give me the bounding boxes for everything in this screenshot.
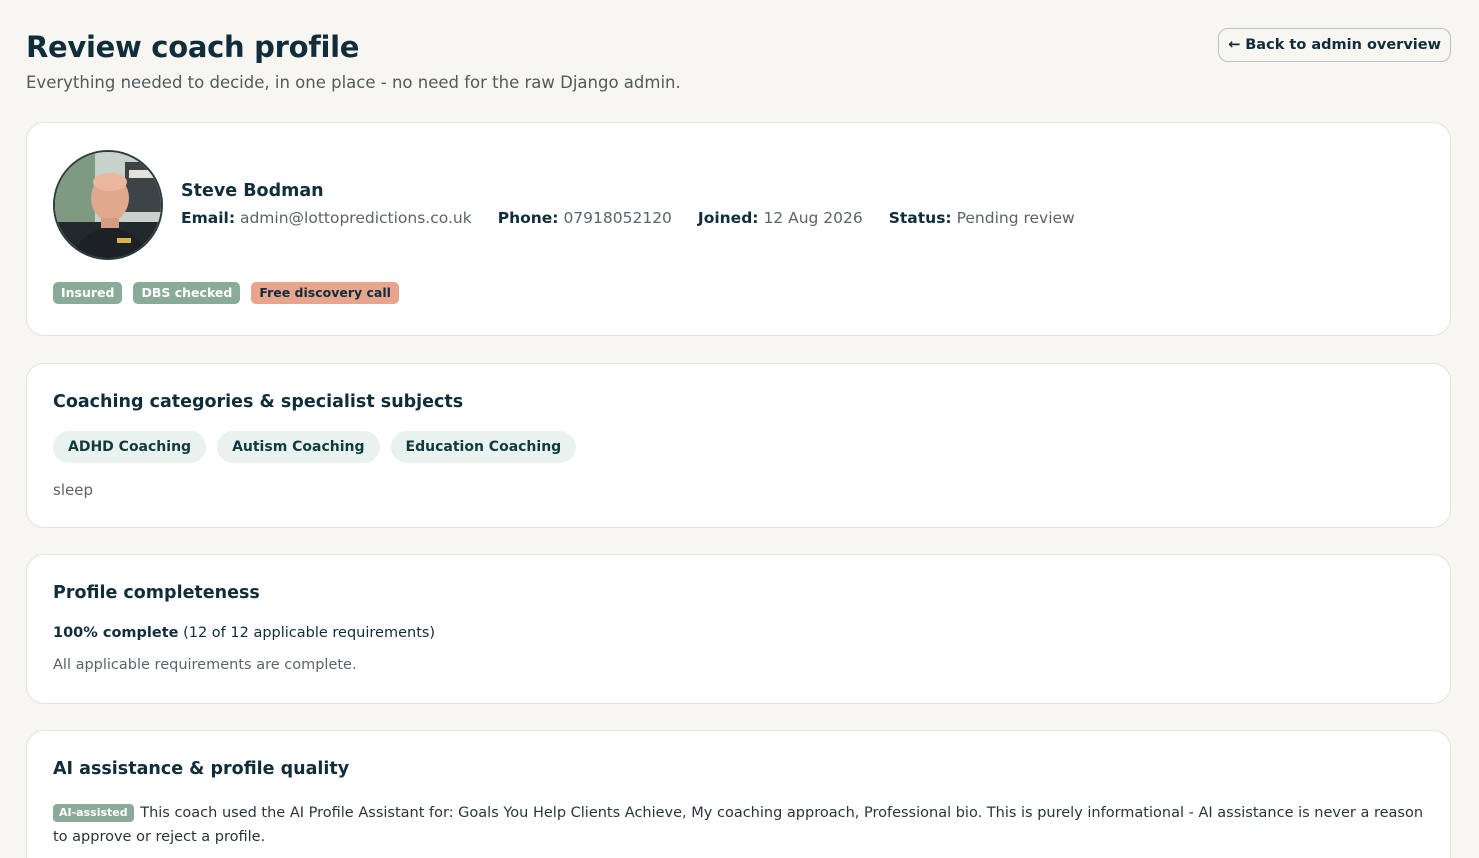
insured-badge: Insured: [53, 282, 123, 304]
category-pill: Education Coaching: [390, 431, 577, 463]
avatar: [53, 150, 163, 260]
completeness-summary: 100% complete (12 of 12 applicable requi…: [53, 625, 435, 641]
email-label: Email:: [181, 209, 236, 227]
back-to-admin-button[interactable]: ← Back to admin overview: [1218, 28, 1451, 62]
completeness-detail: (12 of 12 applicable requirements): [183, 625, 436, 641]
free-discovery-call-badge: Free discovery call: [251, 282, 399, 304]
coach-name: Steve Bodman: [181, 181, 324, 201]
page-subtitle: Everything needed to decide, in one plac…: [26, 73, 681, 92]
phone-value: 07918052120: [563, 209, 672, 227]
ai-assistance-card: AI assistance & profile quality AI-assis…: [26, 730, 1451, 858]
completeness-note: All applicable requirements are complete…: [53, 657, 357, 673]
badge-list: Insured DBS checked Free discovery call: [53, 282, 399, 304]
categories-title: Coaching categories & specialist subject…: [53, 392, 464, 412]
completeness-title: Profile completeness: [53, 583, 260, 603]
page-header: Review coach profile Everything needed t…: [26, 0, 1451, 122]
category-pill: Autism Coaching: [217, 431, 380, 463]
page: Review coach profile Everything needed t…: [26, 0, 1451, 858]
joined-label: Joined:: [697, 209, 759, 227]
status-field: Status: Pending review: [889, 209, 1075, 227]
coach-meta-row: Email: admin@lottopredictions.co.uk Phon…: [181, 209, 1075, 227]
ai-title: AI assistance & profile quality: [53, 759, 350, 779]
specialist-subjects: sleep: [53, 481, 93, 499]
joined-value: 12 Aug 2026: [763, 209, 863, 227]
category-list: ADHD Coaching Autism Coaching Education …: [53, 431, 577, 463]
category-pill: ADHD Coaching: [53, 431, 207, 463]
email-value: admin@lottopredictions.co.uk: [239, 209, 472, 227]
dbs-checked-badge: DBS checked: [133, 282, 241, 304]
completeness-percent: 100% complete: [53, 625, 179, 641]
avatar-image: [55, 152, 161, 258]
ai-text: This coach used the AI Profile Assistant…: [53, 805, 1424, 845]
phone-field: Phone: 07918052120: [498, 209, 672, 227]
phone-label: Phone:: [497, 209, 559, 227]
ai-assisted-badge: AI-assisted: [53, 804, 134, 822]
profile-completeness-card: Profile completeness 100% complete (12 o…: [26, 554, 1451, 704]
coaching-categories-card: Coaching categories & specialist subject…: [26, 363, 1451, 528]
status-value: Pending review: [956, 209, 1075, 227]
email-field: Email: admin@lottopredictions.co.uk: [181, 209, 472, 227]
page-title: Review coach profile: [26, 30, 360, 64]
ai-description: AI-assisted This coach used the AI Profi…: [53, 801, 1428, 849]
coach-profile-card: Steve Bodman Email: admin@lottopredictio…: [26, 122, 1451, 336]
status-label: Status:: [888, 209, 952, 227]
joined-field: Joined: 12 Aug 2026: [698, 209, 863, 227]
